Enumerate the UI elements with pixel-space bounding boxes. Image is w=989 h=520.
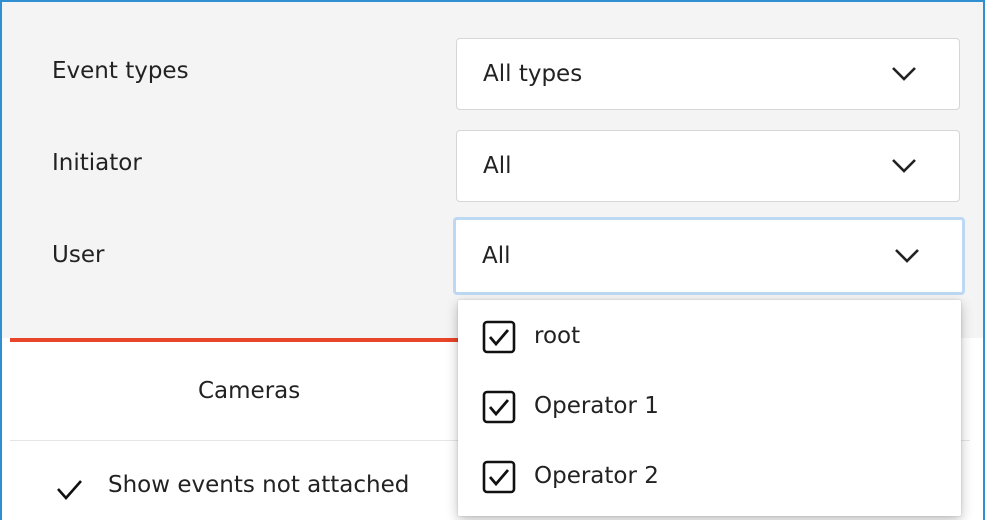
- chevron-down-icon: [892, 67, 916, 81]
- user-option-label: Operator 1: [534, 393, 659, 419]
- checkbox-checked-icon[interactable]: [482, 460, 516, 494]
- event-types-label: Event types: [52, 58, 189, 84]
- window-frame: Event types All types Initiator All User…: [0, 0, 985, 520]
- event-types-select[interactable]: All types: [456, 38, 960, 110]
- tab-cameras[interactable]: Cameras: [198, 378, 300, 404]
- chevron-down-icon: [892, 159, 916, 173]
- user-select[interactable]: All: [453, 217, 965, 295]
- check-icon[interactable]: [52, 472, 86, 506]
- user-option-root[interactable]: root: [482, 318, 942, 358]
- checkbox-checked-icon[interactable]: [482, 390, 516, 424]
- user-dropdown-list: root Operator 1 Operator 2: [458, 300, 961, 516]
- user-option-operator-2[interactable]: Operator 2: [482, 458, 942, 498]
- active-tab-indicator: [10, 338, 470, 342]
- initiator-select[interactable]: All: [456, 130, 960, 202]
- user-label: User: [52, 242, 105, 268]
- chevron-down-icon: [895, 249, 919, 263]
- filters-panel: Event types All types Initiator All User…: [2, 2, 983, 340]
- user-option-label: Operator 2: [534, 463, 659, 489]
- initiator-label: Initiator: [52, 150, 142, 176]
- initiator-value: All: [483, 153, 512, 179]
- checkbox-checked-icon[interactable]: [482, 320, 516, 354]
- user-value: All: [482, 243, 511, 269]
- show-events-label: Show events not attached: [108, 472, 410, 498]
- user-option-operator-1[interactable]: Operator 1: [482, 388, 942, 428]
- user-option-label: root: [534, 323, 581, 349]
- event-types-value: All types: [483, 61, 583, 87]
